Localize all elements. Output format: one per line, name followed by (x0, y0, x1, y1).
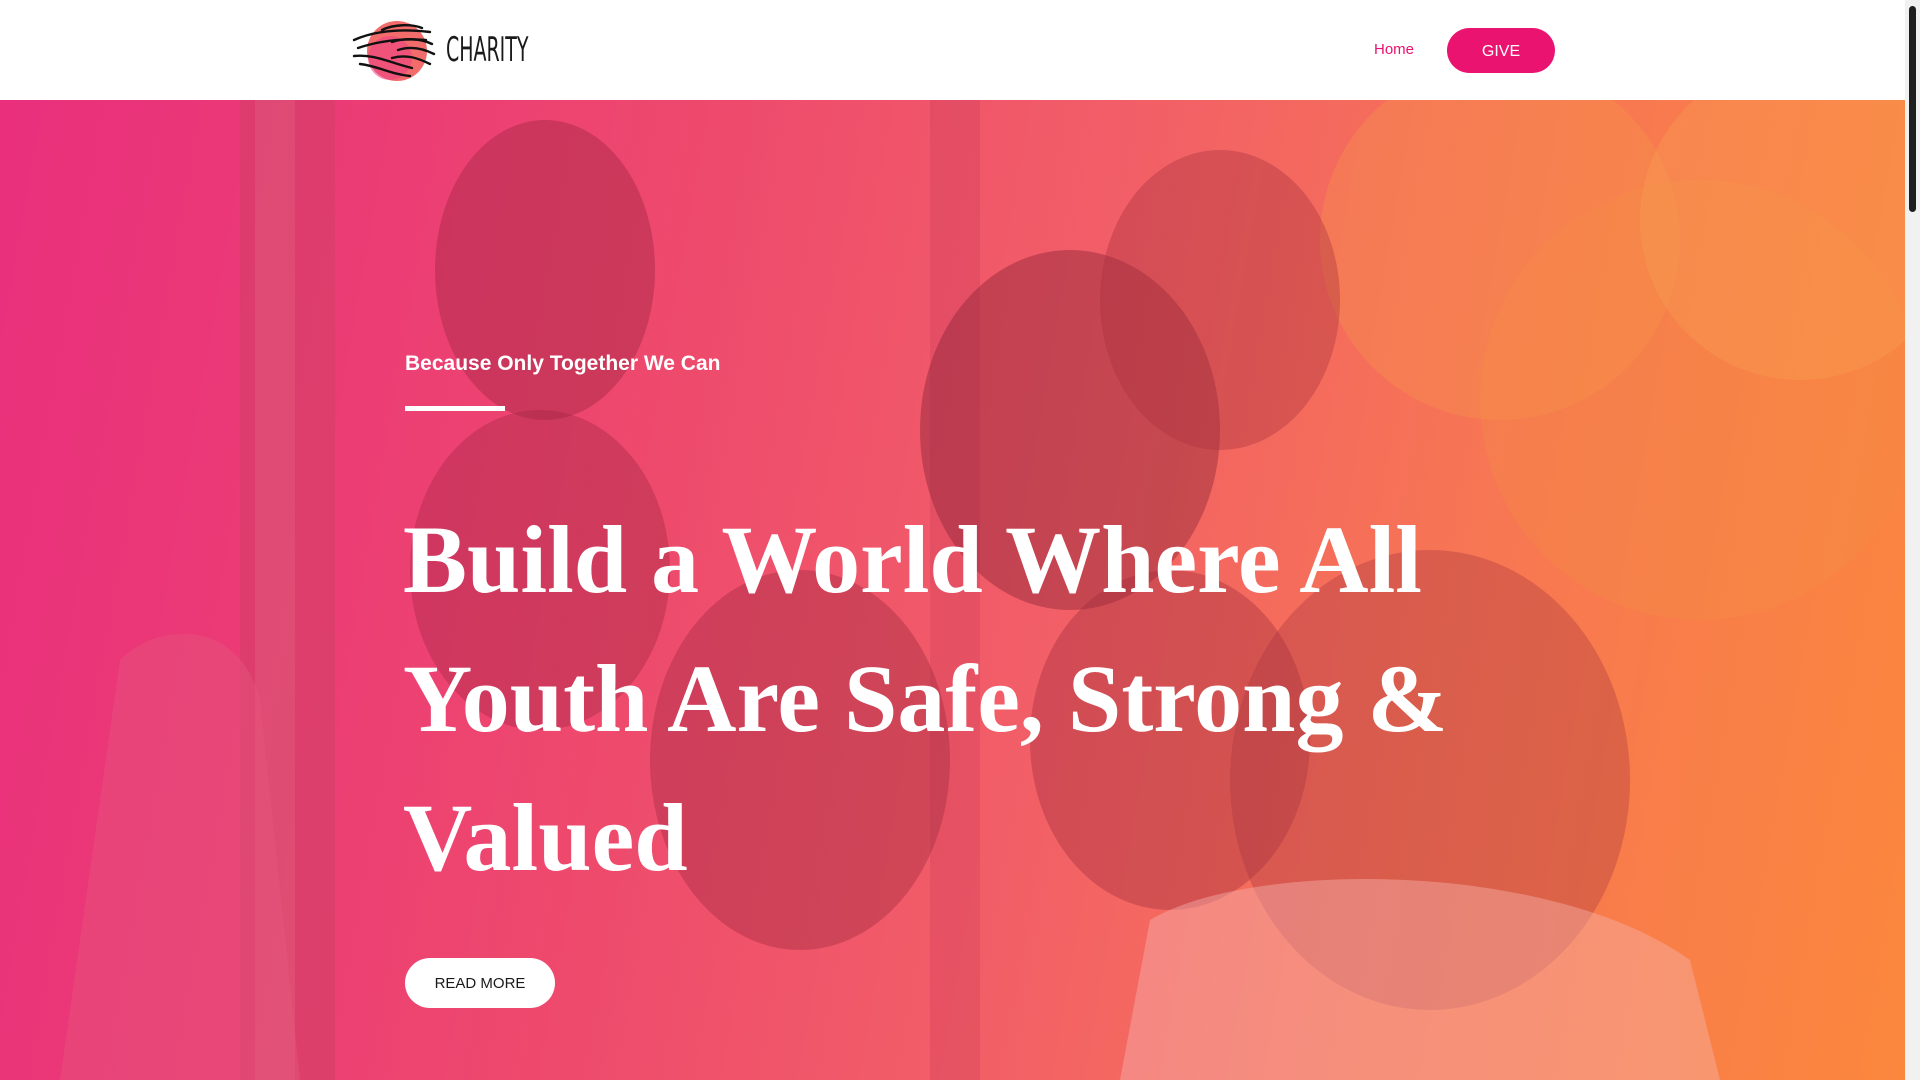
scrollbar-thumb[interactable] (1909, 6, 1916, 212)
hero-section: Because Only Together We Can Build a Wor… (0, 100, 1905, 1080)
hero-headline: Build a World Where All Youth Are Safe, … (403, 506, 1448, 891)
page-scrollbar[interactable] (1905, 0, 1920, 1080)
read-more-button[interactable]: READ MORE (405, 958, 555, 1008)
site-header: CHARITY Home GIVE (0, 0, 1905, 100)
hero-tagline: Because Only Together We Can (405, 352, 721, 375)
tagline-divider (405, 406, 505, 411)
page: CHARITY Home GIVE Because Only Together … (0, 0, 1905, 1080)
give-button[interactable]: GIVE (1447, 28, 1555, 73)
logo-wordmark: CHARITY (446, 30, 529, 70)
nav-home-link[interactable]: Home (1374, 38, 1414, 62)
